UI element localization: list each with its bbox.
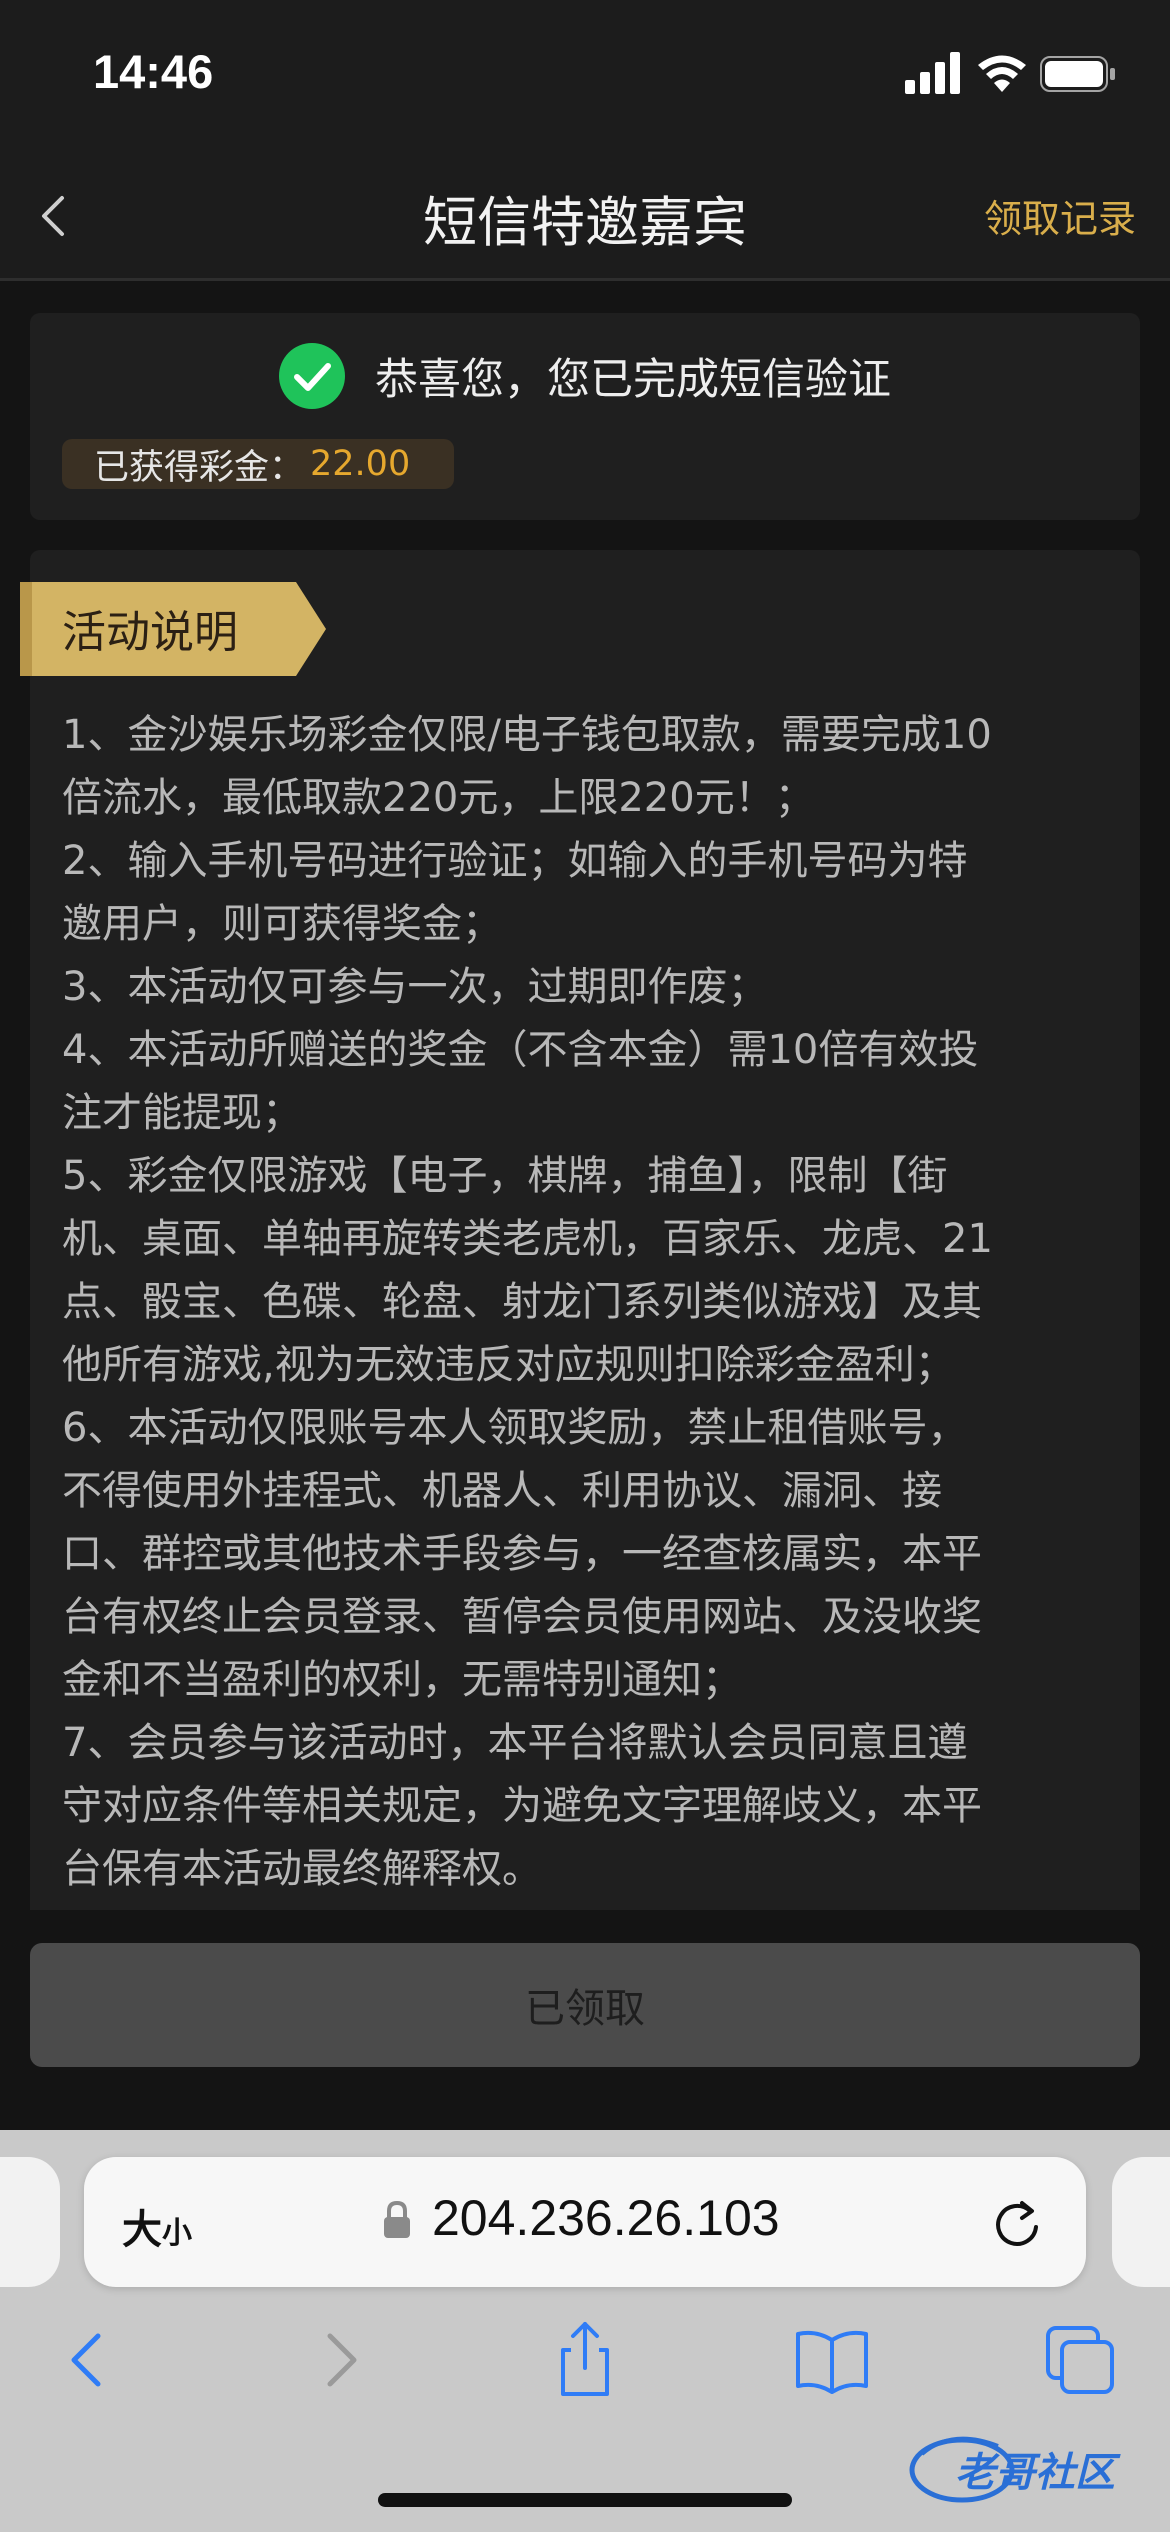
forward-arrow-icon[interactable] (300, 2320, 380, 2400)
rule-line: 倍流水，最低取款220元，上限220元！； (62, 775, 815, 821)
battery-icon (1040, 56, 1115, 92)
rule-line: 6、本活动仅限账号本人领取奖励，禁止租借账号， (62, 1405, 968, 1451)
watermark-text: 老哥社区 (955, 2450, 1115, 2496)
rule-line: 3、本活动仅可参与一次，过期即作废； (62, 964, 768, 1010)
share-icon[interactable] (545, 2320, 625, 2400)
activity-heading: 活动说明 (62, 607, 238, 658)
rule-line: 7、会员参与该活动时，本平台将默认会员同意且遵 (62, 1720, 968, 1766)
text-size-button[interactable]: 大小 (122, 2197, 192, 2255)
rule-line: 守对应条件等相关规定，为避免文字理解歧义，本平 (62, 1783, 982, 1829)
nav-bar: 短信特邀嘉宾 领取记录 (0, 150, 1170, 281)
status-time: 14:46 (93, 45, 214, 98)
text-size-small: 小 (162, 2216, 192, 2251)
rule-line: 注才能提现； (62, 1090, 302, 1136)
url-text: 204.236.26.103 (432, 2190, 780, 2246)
reload-icon[interactable] (992, 2197, 1042, 2249)
rule-line: 口、群控或其他技术手段参与，一经查核属实，本平 (62, 1531, 982, 1577)
next-tab-peek[interactable] (1112, 2157, 1170, 2287)
rule-line: 1、金沙娱乐场彩金仅限/电子钱包取款，需要完成10 (62, 712, 992, 758)
lock-icon (384, 2200, 410, 2238)
claim-records-link[interactable]: 领取记录 (984, 188, 1136, 243)
rule-line: 5、彩金仅限游戏【电子，棋牌，捕鱼】，限制【街 (62, 1153, 948, 1199)
rule-line: 2、输入手机号码进行验证；如输入的手机号码为特 (62, 838, 968, 884)
back-arrow-icon[interactable] (48, 2320, 128, 2400)
cellular-signal-icon (905, 52, 960, 94)
rule-line: 他所有游戏,视为无效违反对应规则扣除彩金盈利； (62, 1342, 955, 1388)
rule-line: 金和不当盈利的权利，无需特别通知； (62, 1657, 742, 1703)
bonus-value: 22.00 (310, 444, 411, 484)
activity-rules-text: 1、金沙娱乐场彩金仅限/电子钱包取款，需要完成10 倍流水，最低取款220元，上限… (62, 704, 1102, 1901)
status-bar: 14:46 (0, 0, 1170, 150)
rule-line: 4、本活动所赠送的奖金（不含本金）需10倍有效投 (62, 1027, 979, 1073)
address-bar[interactable]: 大小 204.236.26.103 (84, 2157, 1086, 2287)
bonus-badge: 已获得彩金： 22.00 (62, 439, 454, 489)
bonus-label: 已获得彩金： (94, 447, 305, 488)
verification-success-card: 恭喜您，您已完成短信验证 已获得彩金： 22.00 (30, 313, 1140, 520)
success-message: 恭喜您，您已完成短信验证 (375, 355, 891, 405)
bookmarks-icon[interactable] (792, 2320, 872, 2400)
wifi-icon (978, 55, 1026, 92)
previous-tab-peek[interactable] (0, 2157, 60, 2287)
check-circle-icon (279, 343, 345, 409)
rule-line: 机、桌面、单轴再旋转类老虎机，百家乐、龙虎、21 (62, 1216, 993, 1262)
rule-line: 台有权终止会员登录、暂停会员使用网站、及没收奖 (62, 1594, 982, 1640)
text-size-big: 大 (122, 2207, 162, 2253)
rule-line: 邀用户，则可获得奖金； (62, 901, 502, 947)
success-row: 恭喜您，您已完成短信验证 (30, 343, 1140, 409)
home-indicator (378, 2493, 792, 2507)
claimed-button[interactable]: 已领取 (30, 1943, 1140, 2067)
rule-line: 点、骰宝、色碟、轮盘、射龙门系列类似游戏】及其 (62, 1279, 982, 1325)
rule-line: 台保有本活动最终解释权。 (62, 1846, 542, 1892)
browser-toolbar (0, 2320, 1170, 2410)
tabs-icon[interactable] (1040, 2320, 1120, 2400)
rule-line: 不得使用外挂程式、机器人、利用协议、漏洞、接 (62, 1468, 942, 1514)
